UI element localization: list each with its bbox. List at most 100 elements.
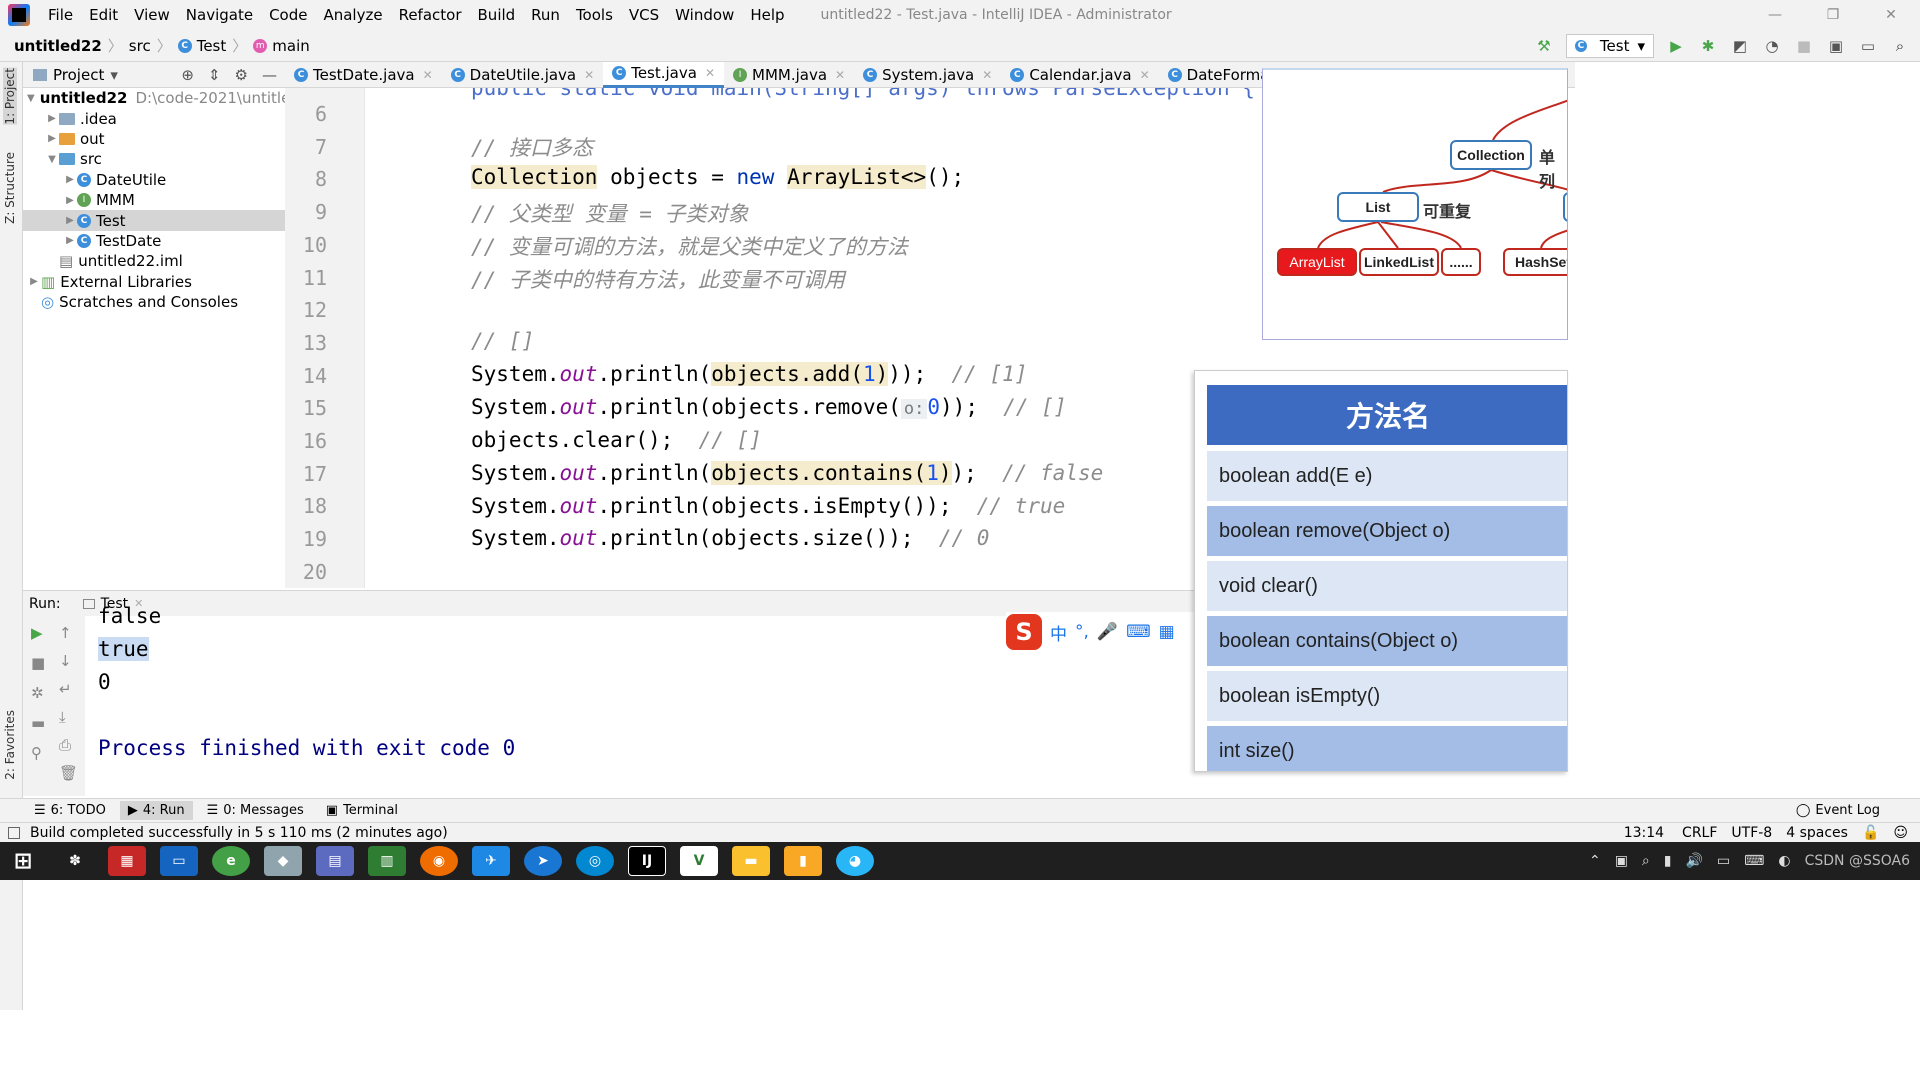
hide-icon[interactable]: — — [262, 66, 277, 84]
event-log-button[interactable]: ◯ Event Log — [1796, 803, 1880, 818]
project-tool-button[interactable]: 1: Project — [3, 68, 17, 125]
lock-icon[interactable]: 🔓 — [1862, 825, 1879, 841]
tray-icon[interactable]: ▣ — [1615, 853, 1628, 869]
scroll-to-end-icon[interactable]: ⤓ — [59, 708, 78, 726]
editor-tab[interactable]: C Test.java ✕ — [603, 61, 725, 88]
wechat-icon[interactable]: ◐ — [1778, 853, 1790, 869]
favorites-tool-button[interactable]: 2: Favorites — [3, 710, 17, 780]
app-icon[interactable]: ▤ — [316, 846, 354, 876]
chrome-icon[interactable]: ◉ — [420, 846, 458, 876]
ime-lang[interactable]: 中 — [1050, 620, 1067, 645]
coverage-icon[interactable]: ◩ — [1730, 36, 1750, 56]
tree-item[interactable]: ▶ C TestDate — [23, 231, 285, 251]
display-icon[interactable]: ▭ — [1717, 853, 1730, 869]
chevron-right-icon[interactable]: ▶ — [63, 215, 77, 226]
file-encoding[interactable]: UTF-8 — [1731, 825, 1772, 841]
breadcrumb-method[interactable]: main — [272, 37, 309, 55]
app-icon[interactable]: ◎ — [576, 846, 614, 876]
app-icon[interactable]: ▮ — [784, 846, 822, 876]
tree-item[interactable]: ▶ ▥ External Libraries — [23, 272, 285, 292]
volume-icon[interactable]: 🔊 — [1685, 853, 1702, 869]
layout-icon[interactable]: ▬ — [31, 714, 45, 732]
status-message[interactable]: Build completed successfully in 5 s 110 … — [30, 825, 448, 841]
sogou-logo-icon[interactable]: S — [1006, 614, 1042, 650]
menu-build[interactable]: Build — [470, 6, 524, 24]
close-icon[interactable]: ✕ — [584, 68, 594, 82]
keyboard-icon[interactable]: ⌨ — [1126, 622, 1151, 642]
inspector-icon[interactable]: ☺ — [1893, 825, 1908, 841]
run-icon[interactable]: ▶ — [1666, 36, 1686, 56]
pin-icon[interactable]: ⚲ — [31, 744, 45, 762]
close-icon[interactable]: ✕ — [835, 68, 845, 82]
close-icon[interactable]: ✕ — [423, 68, 433, 82]
chevron-down-icon[interactable]: ▼ — [27, 93, 35, 104]
menu-file[interactable]: File — [40, 6, 81, 24]
app-icon[interactable]: ✽ — [56, 846, 94, 876]
chevron-down-icon[interactable]: ▼ — [45, 154, 59, 165]
close-icon[interactable]: ✕ — [1862, 7, 1920, 23]
microphone-icon[interactable]: 🎤 — [1097, 622, 1118, 642]
terminal-tool-button[interactable]: ▣ Terminal — [326, 803, 398, 818]
editor-tab[interactable]: C System.java ✕ — [854, 62, 1001, 88]
tree-item[interactable]: ▼ src — [23, 149, 285, 169]
breadcrumb-src[interactable]: src — [129, 37, 151, 55]
app-icon[interactable]: ▥ — [368, 846, 406, 876]
ime-punct[interactable]: °, — [1075, 622, 1089, 642]
dropdown-arrow-icon[interactable]: ▾ — [110, 66, 118, 84]
print-icon[interactable]: ⎙ — [59, 736, 78, 754]
messages-tool-button[interactable]: ☰ 0: Messages — [207, 803, 304, 818]
menu-code[interactable]: Code — [261, 6, 315, 24]
indent-setting[interactable]: 4 spaces — [1786, 825, 1848, 841]
menu-vcs[interactable]: VCS — [621, 6, 667, 24]
breadcrumb-class[interactable]: Test — [197, 37, 227, 55]
structure-tool-button[interactable]: Z: Structure — [3, 152, 17, 224]
keyboard-icon[interactable]: ⌨ — [1744, 853, 1764, 869]
tree-item[interactable]: ▶ .idea — [23, 108, 285, 128]
tree-item[interactable]: ▶ I MMM — [23, 190, 285, 210]
menu-view[interactable]: View — [126, 6, 178, 24]
menu-edit[interactable]: Edit — [81, 6, 126, 24]
app-icon[interactable]: V — [680, 846, 718, 876]
chevron-right-icon[interactable]: ▶ — [63, 235, 77, 246]
tree-item[interactable]: ▶ C DateUtile — [23, 170, 285, 190]
menu-help[interactable]: Help — [742, 6, 792, 24]
tree-item[interactable]: ◎ Scratches and Consoles — [23, 292, 285, 312]
chevron-right-icon[interactable]: ▶ — [63, 195, 77, 206]
menu-analyze[interactable]: Analyze — [315, 6, 390, 24]
chevron-right-icon[interactable]: ▶ — [63, 174, 77, 185]
menu-tools[interactable]: Tools — [568, 6, 621, 24]
chevron-right-icon[interactable]: ▶ — [27, 276, 41, 287]
stop-icon[interactable]: ■ — [1794, 36, 1814, 56]
close-icon[interactable]: ✕ — [1140, 68, 1150, 82]
build-hammer-icon[interactable]: ⚒ — [1534, 36, 1554, 56]
gear-icon[interactable]: ⚙ — [235, 66, 248, 84]
restore-icon[interactable]: ❐ — [1804, 7, 1862, 23]
run-configuration-select[interactable]: C Test ▾ — [1565, 33, 1654, 58]
breadcrumb-project[interactable]: untitled22 — [14, 37, 102, 55]
search-icon[interactable]: ⌕ — [1642, 853, 1650, 869]
grid-icon[interactable]: ▦ — [1159, 622, 1175, 642]
minimize-icon[interactable]: — — [1746, 7, 1804, 23]
stop-icon[interactable]: ■ — [31, 654, 45, 672]
tree-item[interactable]: ▶ out — [23, 129, 285, 149]
chevron-right-icon[interactable]: ▶ — [45, 133, 59, 144]
windows-start-icon[interactable]: ⊞ — [4, 846, 42, 876]
tree-item[interactable]: ▶ C Test — [23, 210, 285, 231]
up-arrow-icon[interactable]: ↑ — [59, 624, 78, 642]
rerun-icon[interactable]: ▶ — [31, 624, 45, 642]
tree-item[interactable]: ▤ untitled22.iml — [23, 251, 285, 271]
run-tool-button[interactable]: ▶ 4: Run — [119, 801, 193, 820]
network-icon[interactable]: ▮ — [1664, 853, 1672, 869]
soft-wrap-icon[interactable]: ↵ — [59, 680, 78, 698]
editor-tab[interactable]: C Calendar.java ✕ — [1001, 62, 1158, 88]
locate-icon[interactable]: ⊕ — [181, 66, 194, 84]
app-icon[interactable]: ▦ — [108, 846, 146, 876]
line-separator[interactable]: CRLF — [1682, 825, 1717, 841]
todo-tool-button[interactable]: ☰ 6: TODO — [34, 803, 106, 818]
settings-icon[interactable]: ✲ — [31, 684, 45, 702]
search-icon[interactable]: ⌕ — [1890, 36, 1910, 56]
trash-icon[interactable]: 🗑 — [59, 764, 78, 782]
intellij-icon[interactable]: IJ — [628, 846, 666, 876]
project-view-label[interactable]: Project — [53, 66, 104, 84]
terminal-window-icon[interactable]: ▭ — [1858, 36, 1878, 56]
